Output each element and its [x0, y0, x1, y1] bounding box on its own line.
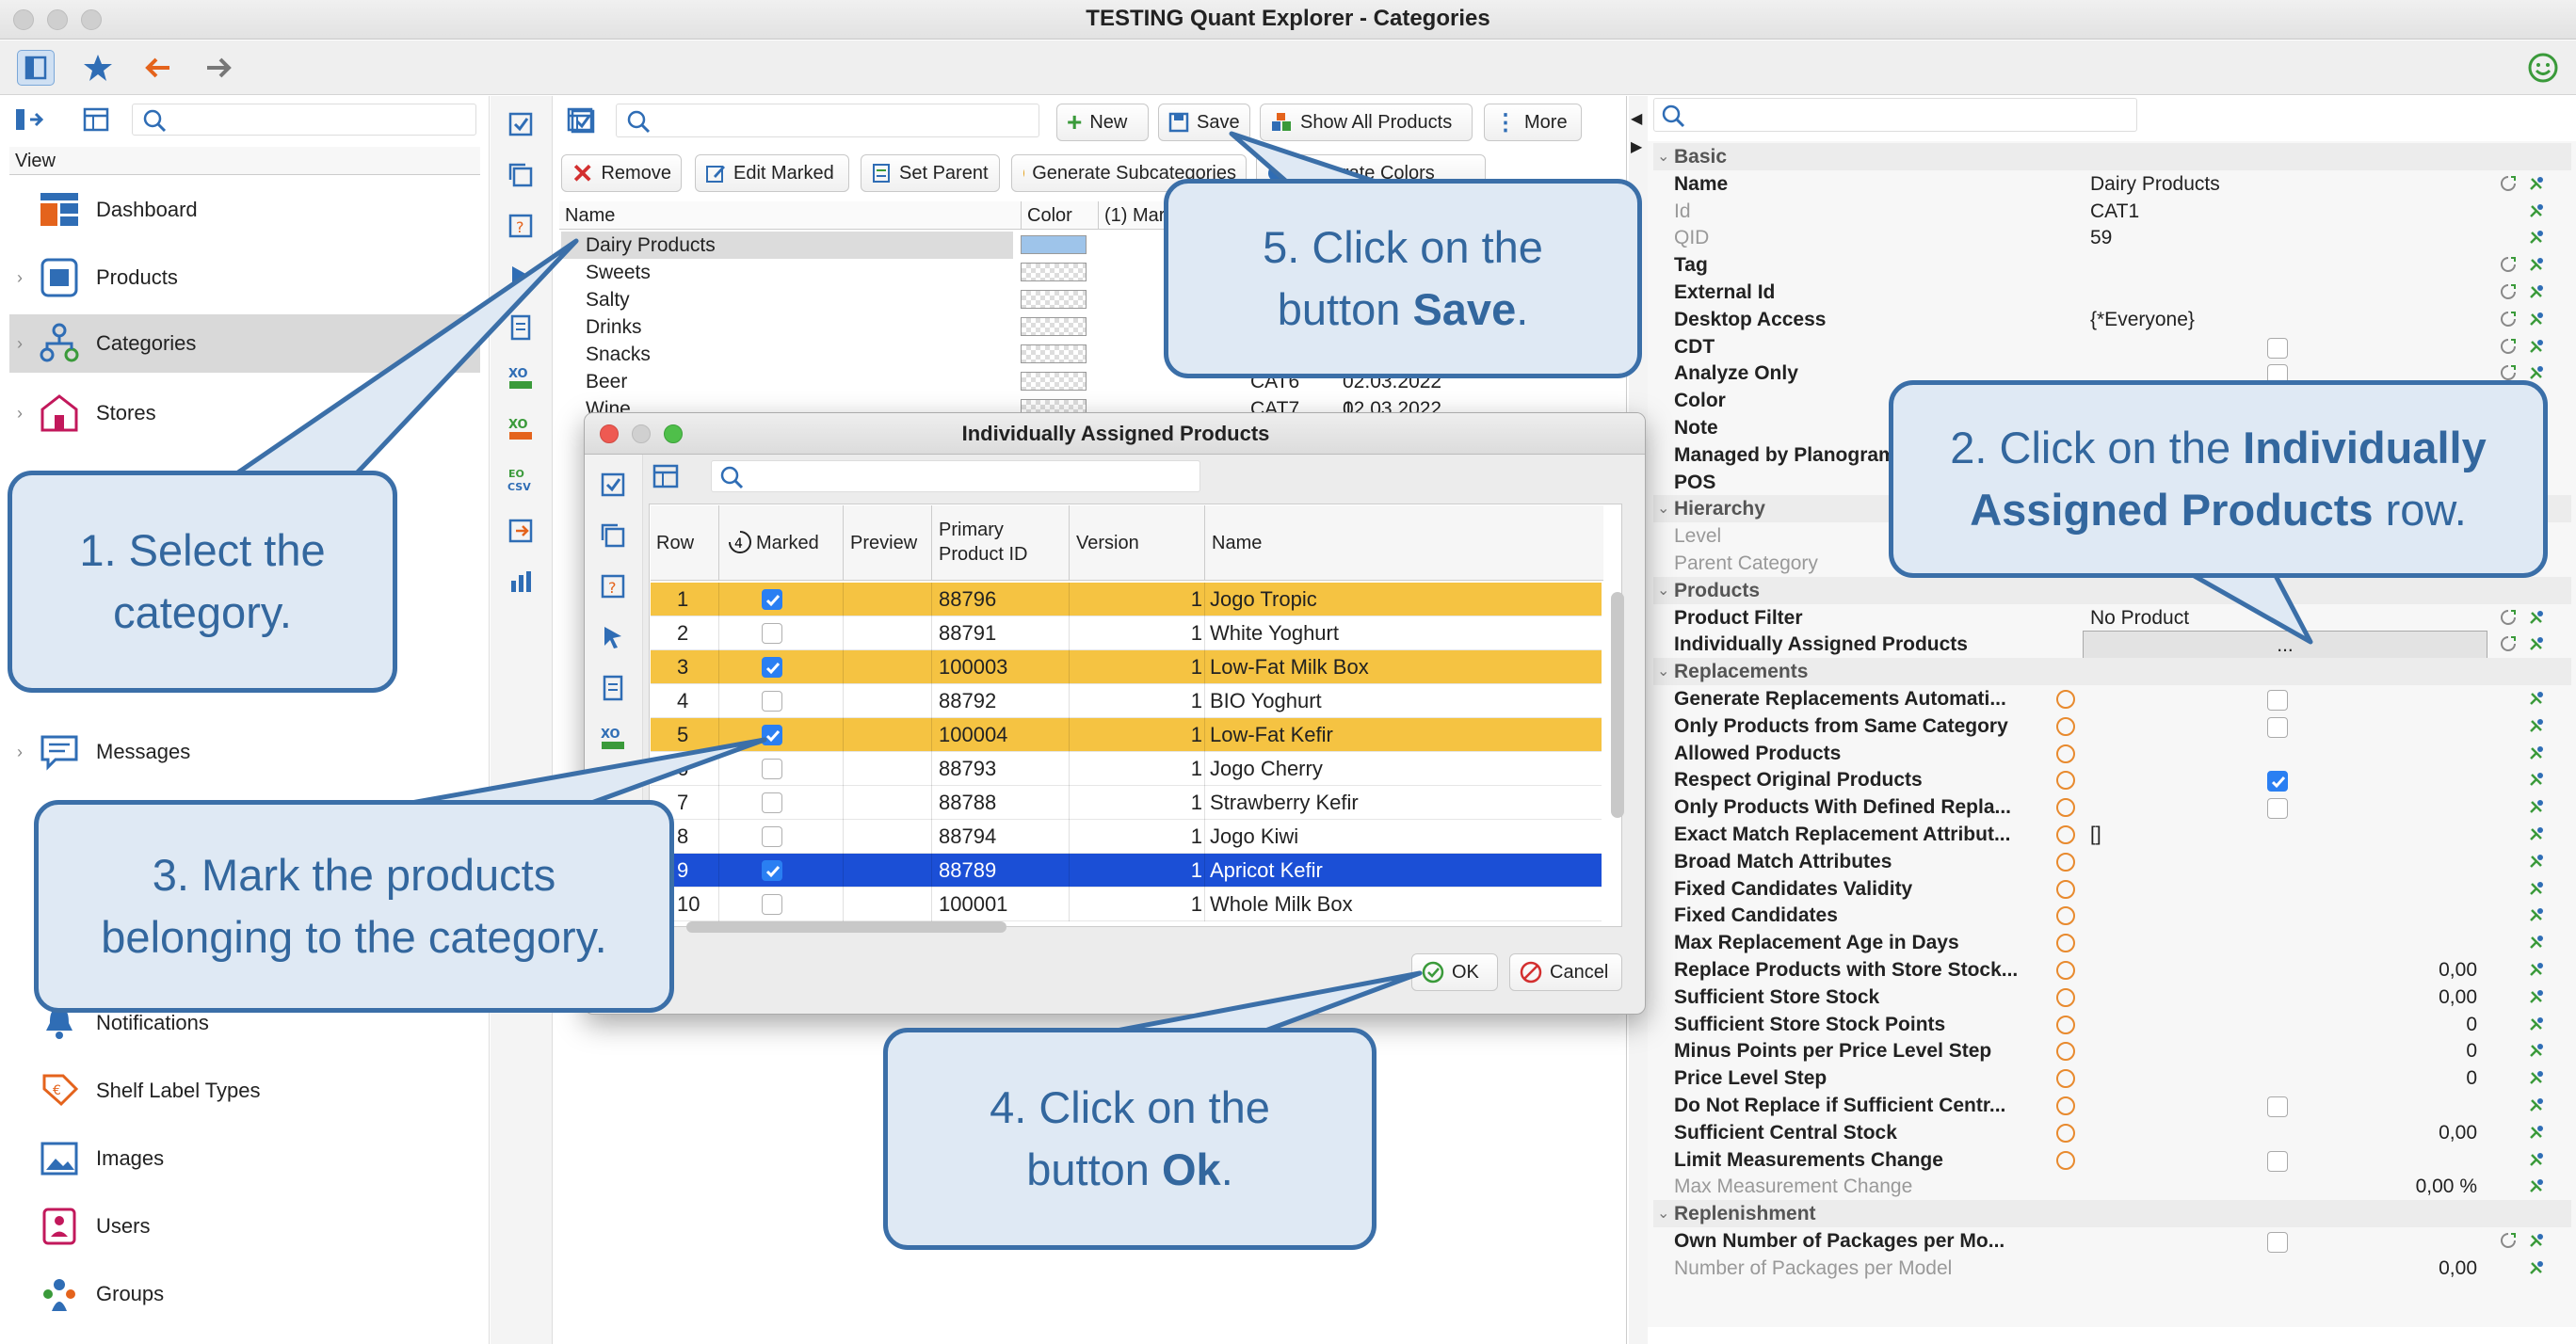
callout-2: 2. Click on the Individually Assigned Pr… [1889, 380, 2548, 578]
callout-1-text: 1. Select the category. [79, 525, 326, 637]
callout-2-pointer [2182, 568, 2313, 645]
callout-4-pointer [1099, 970, 1423, 1036]
callout-3: 3. Mark the products belonging to the ca… [34, 800, 674, 1013]
callout-4-text: 4. Click on the button Ok. [990, 1082, 1270, 1194]
callout-1: 1. Select the category. [8, 471, 397, 693]
callout-3-pointer [393, 737, 767, 808]
callout-3-text: 3. Mark the products belonging to the ca… [101, 850, 607, 962]
callout-5-text: 5. Click on the button Save. [1263, 222, 1543, 334]
callout-5-pointer [1229, 131, 1387, 187]
callout-2-text: 2. Click on the Individually Assigned Pr… [1950, 423, 2487, 535]
callout-5: 5. Click on the button Save. [1164, 179, 1642, 378]
callout-4: 4. Click on the button Ok. [883, 1028, 1377, 1250]
callout-1-pointer [233, 238, 579, 483]
